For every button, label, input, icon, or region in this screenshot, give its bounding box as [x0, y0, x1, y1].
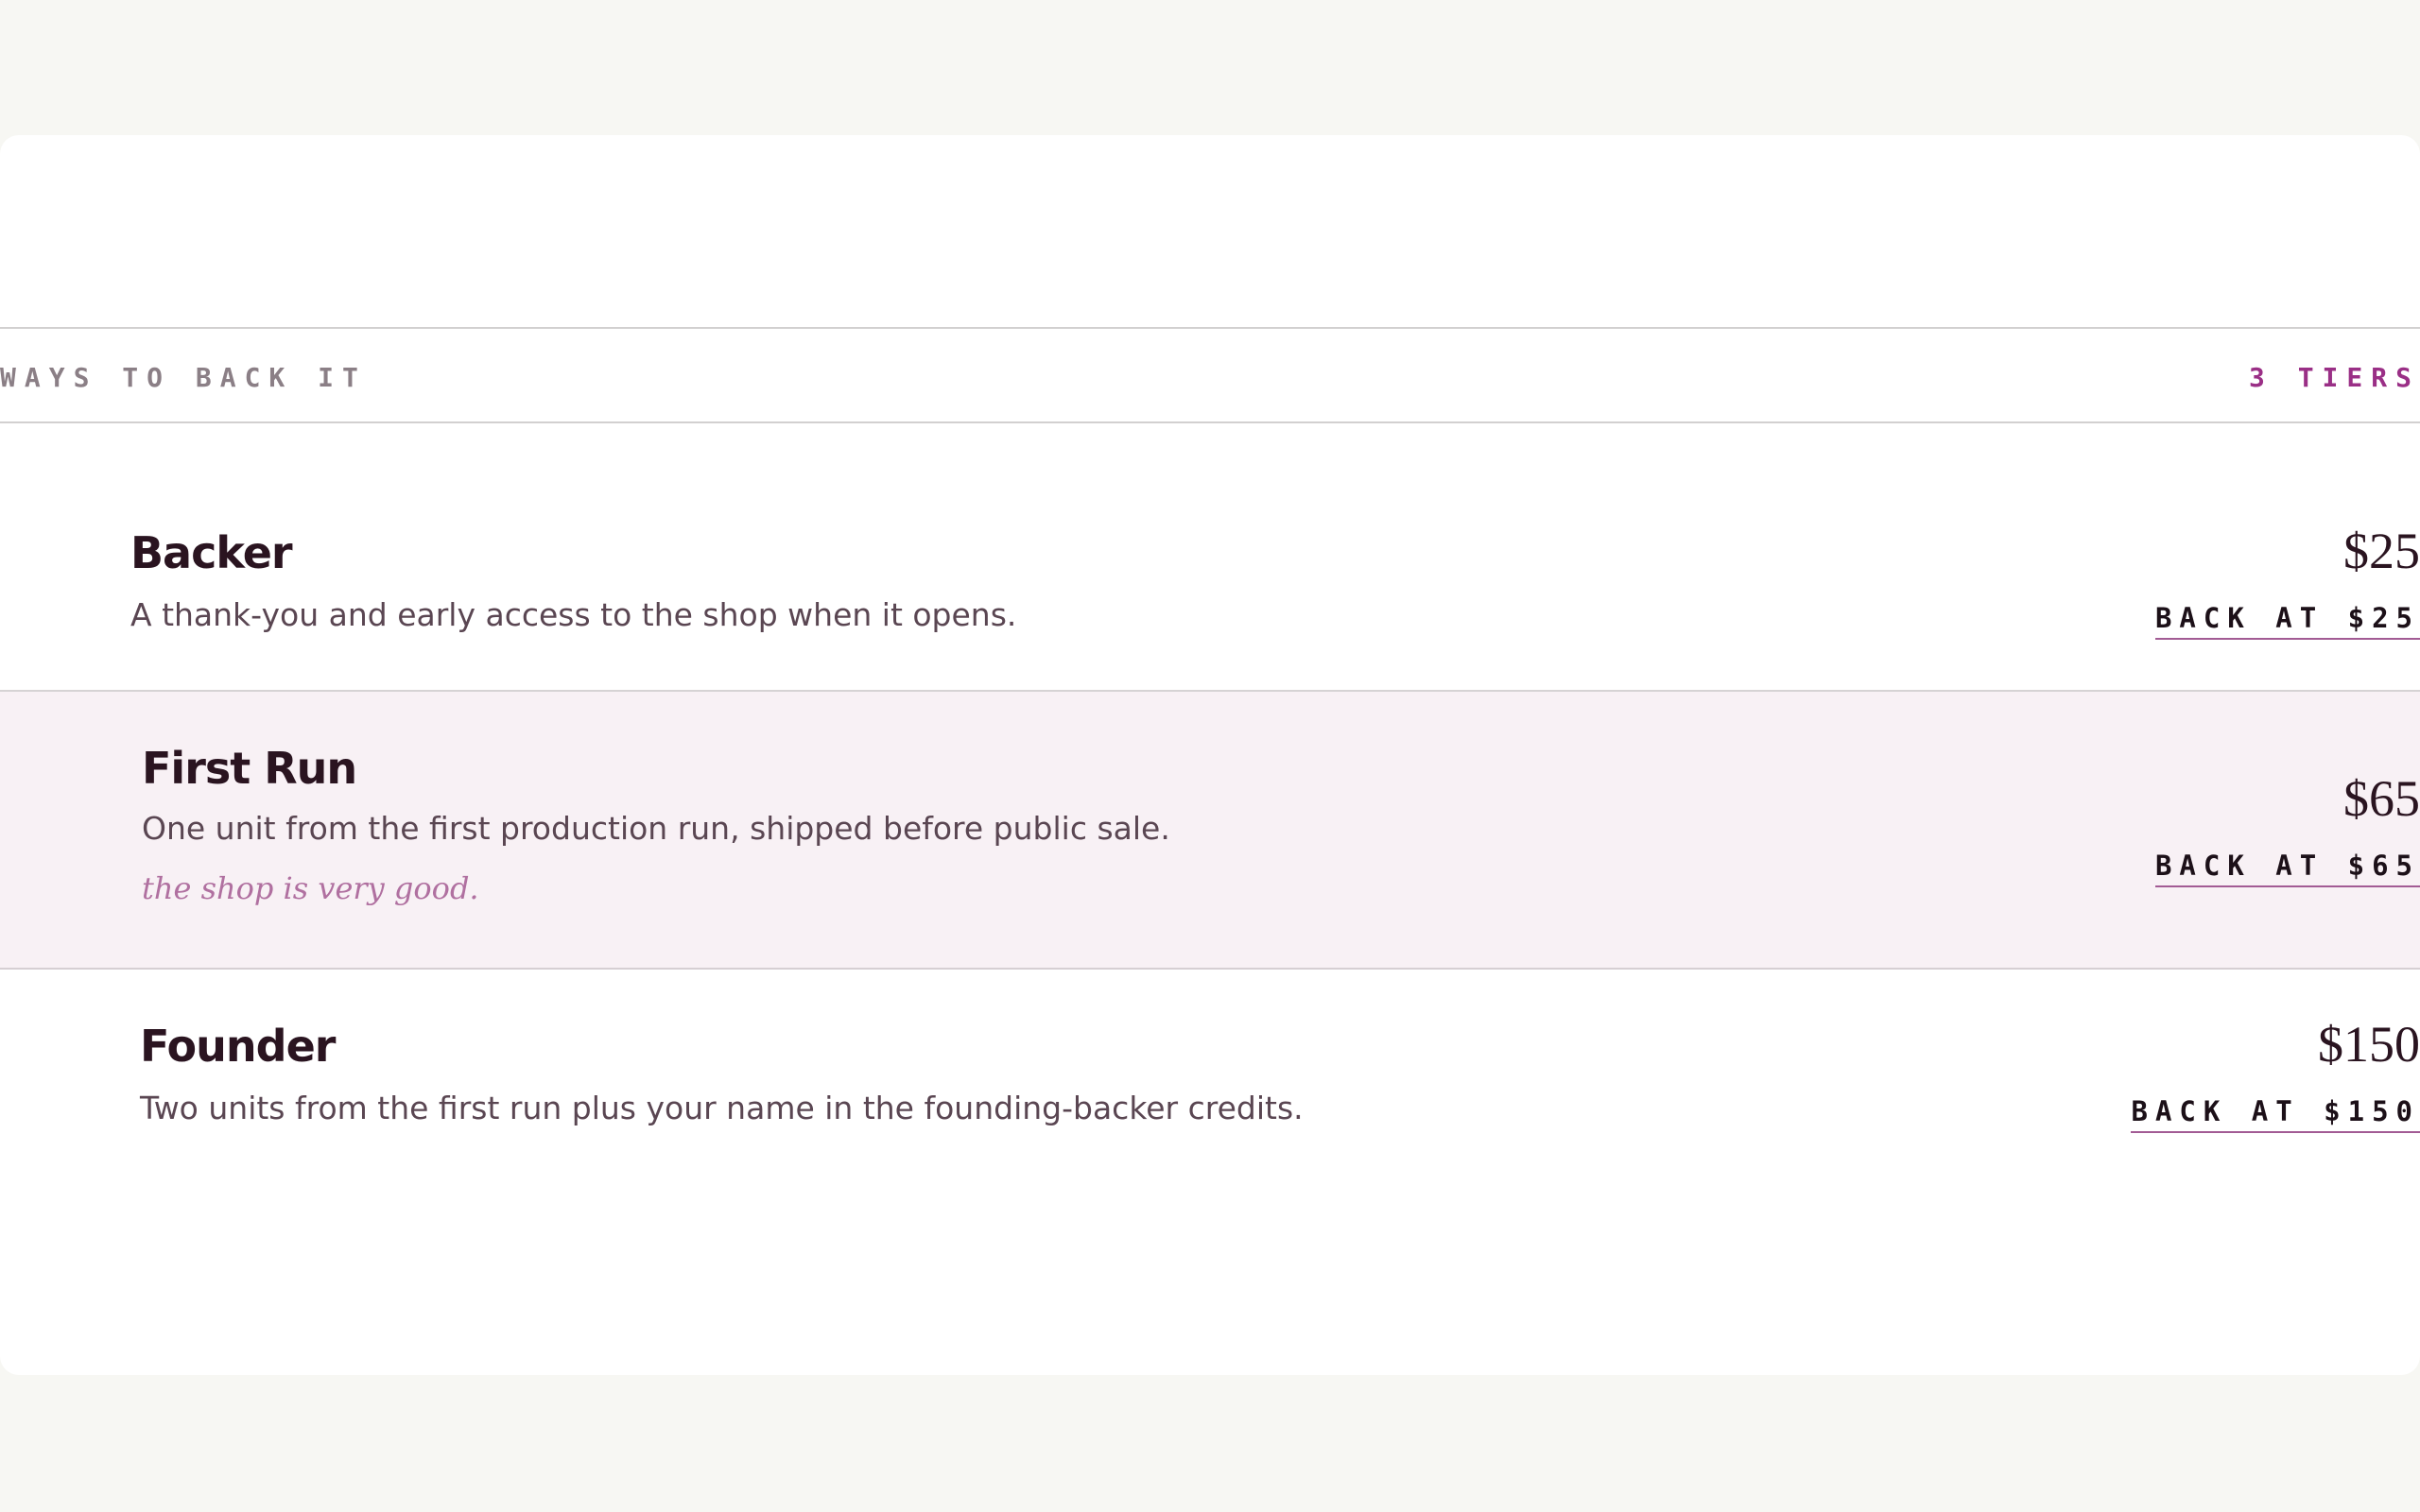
tiers-header: WAYS TO BACK IT 3 TIERS [0, 327, 2420, 423]
section-title: WAYS TO BACK IT [0, 362, 367, 393]
tier-description: A thank-you and early access to the shop… [130, 596, 1017, 633]
back-at-25-button[interactable]: BACK AT $25 [2154, 605, 2420, 640]
back-at-65-button[interactable]: BACK AT $65 [2154, 852, 2420, 887]
tier-note: the shop is very good. [142, 870, 479, 906]
tier-first-run: First Run One unit from the first produc… [0, 692, 2420, 970]
tier-price: $25 [2343, 523, 2420, 579]
back-at-150-button[interactable]: BACK AT $150 [2131, 1098, 2420, 1133]
tier-founder: Founder Two units from the first run plu… [0, 970, 2420, 1215]
tier-count: 3 TIERS [2248, 362, 2420, 393]
tier-price: $65 [2343, 770, 2420, 827]
tier-backer: Backer A thank-you and early access to t… [0, 425, 2420, 692]
tier-price: $150 [2318, 1016, 2420, 1073]
tier-description: Two units from the first run plus your n… [140, 1090, 1304, 1126]
tier-name: Backer [130, 527, 293, 578]
tier-description: One unit from the first production run, … [142, 810, 1170, 847]
tier-name: First Run [142, 743, 357, 794]
tier-name: Founder [140, 1021, 336, 1072]
